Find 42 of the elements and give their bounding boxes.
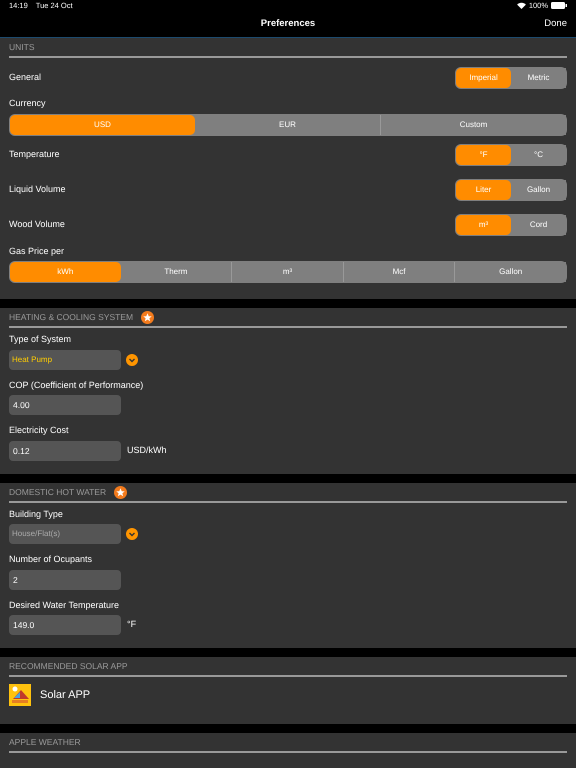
unit-label: USD/kWh — [127, 444, 167, 457]
field-label: Building Type — [9, 508, 64, 521]
wifi-icon — [516, 2, 526, 10]
segment-tab[interactable]: USD — [10, 114, 195, 134]
field-label: COP (Coefficient of Performance) — [9, 378, 144, 392]
section-header: UNITS — [9, 41, 34, 54]
done-button[interactable]: Done — [544, 17, 567, 32]
row-label: General — [9, 70, 42, 84]
star-icon — [141, 311, 154, 324]
segment-tab[interactable]: kWh — [10, 262, 121, 282]
star-icon — [114, 486, 128, 498]
input-field[interactable]: 2 — [9, 570, 121, 590]
row-label: Wood Volume — [9, 218, 65, 232]
field-label: Desired Water Temperature — [9, 598, 120, 612]
section-header: APPLE WEATHER — [9, 736, 81, 749]
app-name[interactable]: Solar APP — [40, 686, 90, 704]
segment-tab[interactable]: Liter — [456, 180, 511, 200]
section-header: RECOMMENDED SOLAR APP — [9, 660, 128, 673]
segment-tab[interactable]: °F — [456, 145, 511, 165]
section-header: DOMESTIC HOT WATER — [9, 486, 106, 498]
section-header: HEATING & COOLING SYSTEM — [9, 311, 134, 324]
row-label: Gas Price per — [9, 244, 66, 258]
field-label: Number of Ocupants — [9, 553, 94, 566]
row-label: Currency — [9, 97, 47, 110]
input-field[interactable]: 4.00 — [9, 395, 121, 415]
unit-label: °F — [127, 618, 136, 632]
segment-tab[interactable]: Imperial — [456, 68, 511, 88]
field-label: Type of System — [9, 333, 72, 346]
nav-title: Preferences — [260, 17, 316, 32]
app-icon[interactable] — [9, 684, 31, 706]
dropdown-field[interactable]: Heat Pump — [9, 350, 121, 370]
segment-tab[interactable]: m³ — [456, 215, 511, 235]
row-label: Temperature — [9, 148, 60, 162]
input-field[interactable]: 0.12 — [9, 440, 121, 460]
segment-tab[interactable]: Gallon — [454, 262, 566, 282]
input-field[interactable]: 149.0 — [9, 615, 121, 635]
battery-icon — [551, 2, 567, 10]
chevron-down-icon[interactable] — [126, 354, 138, 366]
chevron-down-icon[interactable] — [126, 528, 138, 540]
segment-tab[interactable]: Custom — [380, 114, 566, 134]
field-label: Electricity Cost — [9, 424, 70, 437]
row-label: Liquid Volume — [9, 183, 66, 196]
